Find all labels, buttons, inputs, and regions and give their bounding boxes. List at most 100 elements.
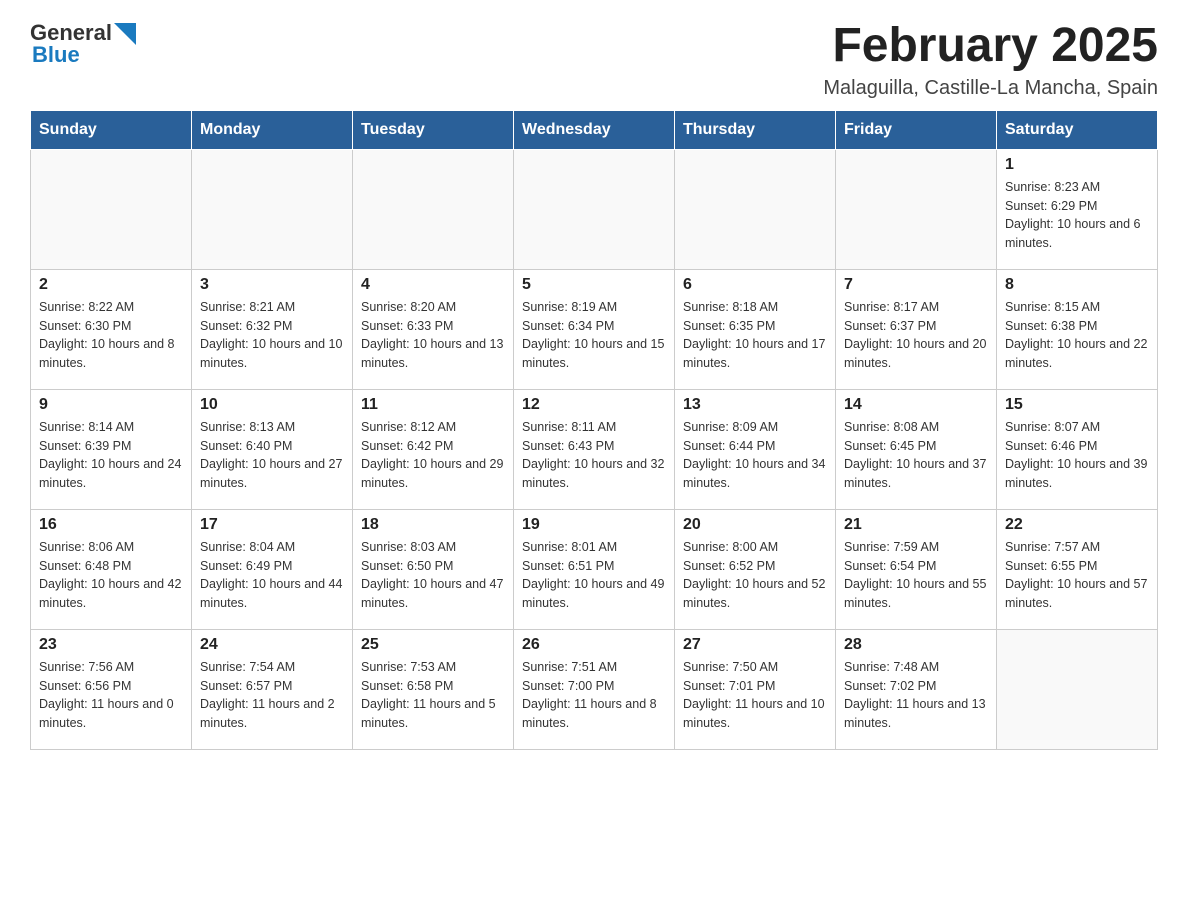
day-info: Sunrise: 8:22 AMSunset: 6:30 PMDaylight:… <box>39 298 183 373</box>
calendar-cell: 18Sunrise: 8:03 AMSunset: 6:50 PMDayligh… <box>353 509 514 629</box>
day-info: Sunrise: 7:57 AMSunset: 6:55 PMDaylight:… <box>1005 538 1149 613</box>
calendar-cell: 11 Sunrise: 8:12 AMSunset: 6:42 PMDayligh… <box>353 389 514 509</box>
day-number: 14 <box>844 396 988 414</box>
day-number: 4 <box>361 276 505 294</box>
calendar-cell: 23Sunrise: 7:56 AMSunset: 6:56 PMDayligh… <box>31 629 192 749</box>
day-number: 9 <box>39 396 183 414</box>
day-info: Sunrise: 8:13 AMSunset: 6:40 PMDaylight:… <box>200 418 344 493</box>
day-number: 28 <box>844 636 988 654</box>
day-number: 6 <box>683 276 827 294</box>
day-info: Sunrise: 7:54 AMSunset: 6:57 PMDaylight:… <box>200 658 344 733</box>
day-number: 20 <box>683 516 827 534</box>
column-header-thursday: Thursday <box>675 110 836 149</box>
calendar-cell <box>997 629 1158 749</box>
day-number: 27 <box>683 636 827 654</box>
calendar-cell: 8 Sunrise: 8:15 AMSunset: 6:38 PMDaylight… <box>997 269 1158 389</box>
day-info: Sunrise: 8:09 AMSunset: 6:44 PMDaylight:… <box>683 418 827 493</box>
week-row-4: 16Sunrise: 8:06 AMSunset: 6:48 PMDayligh… <box>31 509 1158 629</box>
calendar-cell: 22 Sunrise: 7:57 AMSunset: 6:55 PMDayligh… <box>997 509 1158 629</box>
month-title: February 2025 <box>823 20 1158 73</box>
column-header-sunday: Sunday <box>31 110 192 149</box>
day-info: Sunrise: 8:23 AMSunset: 6:29 PMDaylight:… <box>1005 178 1149 253</box>
calendar-cell: 4 Sunrise: 8:20 AMSunset: 6:33 PMDaylight… <box>353 269 514 389</box>
day-info: Sunrise: 8:01 AMSunset: 6:51 PMDaylight:… <box>522 538 666 613</box>
calendar-cell: 13 Sunrise: 8:09 AMSunset: 6:44 PMDayligh… <box>675 389 836 509</box>
calendar-cell <box>353 149 514 269</box>
day-number: 2 <box>39 276 183 294</box>
location-text: Malaguilla, Castille-La Mancha, Spain <box>823 77 1158 100</box>
calendar-table: SundayMondayTuesdayWednesdayThursdayFrid… <box>30 110 1158 750</box>
day-info: Sunrise: 8:19 AMSunset: 6:34 PMDaylight:… <box>522 298 666 373</box>
calendar-cell: 24Sunrise: 7:54 AMSunset: 6:57 PMDayligh… <box>192 629 353 749</box>
day-info: Sunrise: 8:12 AMSunset: 6:42 PMDaylight:… <box>361 418 505 493</box>
day-number: 11 <box>361 396 505 414</box>
day-number: 21 <box>844 516 988 534</box>
calendar-header-row: SundayMondayTuesdayWednesdayThursdayFrid… <box>31 110 1158 149</box>
column-header-tuesday: Tuesday <box>353 110 514 149</box>
day-info: Sunrise: 8:20 AMSunset: 6:33 PMDaylight:… <box>361 298 505 373</box>
calendar-cell <box>192 149 353 269</box>
day-number: 10 <box>200 396 344 414</box>
logo: General Blue <box>30 20 136 68</box>
day-number: 7 <box>844 276 988 294</box>
calendar-cell: 7 Sunrise: 8:17 AMSunset: 6:37 PMDaylight… <box>836 269 997 389</box>
calendar-cell: 2 Sunrise: 8:22 AMSunset: 6:30 PMDaylight… <box>31 269 192 389</box>
calendar-cell: 12 Sunrise: 8:11 AMSunset: 6:43 PMDayligh… <box>514 389 675 509</box>
calendar-cell: 9Sunrise: 8:14 AMSunset: 6:39 PMDaylight… <box>31 389 192 509</box>
calendar-cell <box>31 149 192 269</box>
page-header: General Blue February 2025 Malaguilla, C… <box>30 20 1158 100</box>
calendar-cell: 15 Sunrise: 8:07 AMSunset: 6:46 PMDayligh… <box>997 389 1158 509</box>
day-number: 3 <box>200 276 344 294</box>
day-info: Sunrise: 8:15 AMSunset: 6:38 PMDaylight:… <box>1005 298 1149 373</box>
day-info: Sunrise: 8:11 AMSunset: 6:43 PMDaylight:… <box>522 418 666 493</box>
calendar-cell: 3 Sunrise: 8:21 AMSunset: 6:32 PMDaylight… <box>192 269 353 389</box>
week-row-5: 23Sunrise: 7:56 AMSunset: 6:56 PMDayligh… <box>31 629 1158 749</box>
day-info: Sunrise: 8:18 AMSunset: 6:35 PMDaylight:… <box>683 298 827 373</box>
day-number: 15 <box>1005 396 1149 414</box>
day-info: Sunrise: 8:08 AMSunset: 6:45 PMDaylight:… <box>844 418 988 493</box>
calendar-cell: 5 Sunrise: 8:19 AMSunset: 6:34 PMDaylight… <box>514 269 675 389</box>
day-info: Sunrise: 7:53 AMSunset: 6:58 PMDaylight:… <box>361 658 505 733</box>
calendar-cell <box>675 149 836 269</box>
calendar-cell: 17 Sunrise: 8:04 AMSunset: 6:49 PMDayligh… <box>192 509 353 629</box>
day-number: 1 <box>1005 156 1149 174</box>
week-row-2: 2 Sunrise: 8:22 AMSunset: 6:30 PMDaylight… <box>31 269 1158 389</box>
day-info: Sunrise: 8:03 AMSunset: 6:50 PMDaylight:… <box>361 538 505 613</box>
day-info: Sunrise: 8:07 AMSunset: 6:46 PMDaylight:… <box>1005 418 1149 493</box>
column-header-wednesday: Wednesday <box>514 110 675 149</box>
day-info: Sunrise: 8:21 AMSunset: 6:32 PMDaylight:… <box>200 298 344 373</box>
day-number: 25 <box>361 636 505 654</box>
day-info: Sunrise: 7:50 AMSunset: 7:01 PMDaylight:… <box>683 658 827 733</box>
day-info: Sunrise: 8:04 AMSunset: 6:49 PMDaylight:… <box>200 538 344 613</box>
day-number: 13 <box>683 396 827 414</box>
day-number: 8 <box>1005 276 1149 294</box>
day-info: Sunrise: 8:06 AMSunset: 6:48 PMDaylight:… <box>39 538 183 613</box>
calendar-cell: 28 Sunrise: 7:48 AMSunset: 7:02 PMDayligh… <box>836 629 997 749</box>
calendar-cell: 1 Sunrise: 8:23 AMSunset: 6:29 PMDaylight… <box>997 149 1158 269</box>
calendar-cell: 20 Sunrise: 8:00 AMSunset: 6:52 PMDayligh… <box>675 509 836 629</box>
day-number: 19 <box>522 516 666 534</box>
week-row-1: 1 Sunrise: 8:23 AMSunset: 6:29 PMDaylight… <box>31 149 1158 269</box>
calendar-cell: 27 Sunrise: 7:50 AMSunset: 7:01 PMDayligh… <box>675 629 836 749</box>
day-info: Sunrise: 8:17 AMSunset: 6:37 PMDaylight:… <box>844 298 988 373</box>
calendar-cell: 16Sunrise: 8:06 AMSunset: 6:48 PMDayligh… <box>31 509 192 629</box>
calendar-cell: 25 Sunrise: 7:53 AMSunset: 6:58 PMDayligh… <box>353 629 514 749</box>
calendar-cell <box>836 149 997 269</box>
column-header-friday: Friday <box>836 110 997 149</box>
column-header-monday: Monday <box>192 110 353 149</box>
day-info: Sunrise: 7:59 AMSunset: 6:54 PMDaylight:… <box>844 538 988 613</box>
day-number: 26 <box>522 636 666 654</box>
day-info: Sunrise: 7:48 AMSunset: 7:02 PMDaylight:… <box>844 658 988 733</box>
day-number: 12 <box>522 396 666 414</box>
calendar-cell: 6 Sunrise: 8:18 AMSunset: 6:35 PMDaylight… <box>675 269 836 389</box>
calendar-cell: 21 Sunrise: 7:59 AMSunset: 6:54 PMDayligh… <box>836 509 997 629</box>
calendar-cell <box>514 149 675 269</box>
day-number: 23 <box>39 636 183 654</box>
day-number: 22 <box>1005 516 1149 534</box>
day-number: 5 <box>522 276 666 294</box>
week-row-3: 9Sunrise: 8:14 AMSunset: 6:39 PMDaylight… <box>31 389 1158 509</box>
title-section: February 2025 Malaguilla, Castille-La Ma… <box>823 20 1158 100</box>
day-number: 17 <box>200 516 344 534</box>
day-info: Sunrise: 8:00 AMSunset: 6:52 PMDaylight:… <box>683 538 827 613</box>
column-header-saturday: Saturday <box>997 110 1158 149</box>
